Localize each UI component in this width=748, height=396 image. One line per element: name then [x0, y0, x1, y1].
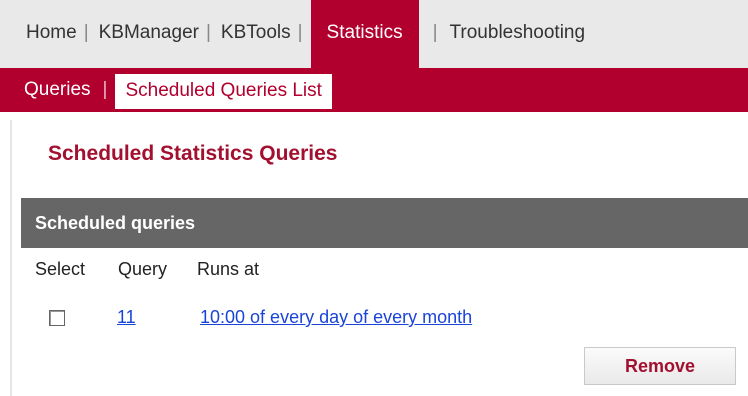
select-checkbox[interactable] [49, 310, 65, 326]
tab-separator: | [205, 22, 211, 43]
subtab-scheduled-queries-list[interactable]: Scheduled Queries List [115, 73, 332, 109]
tab-kbmanager[interactable]: KBManager [99, 0, 199, 44]
tab-kbtools[interactable]: KBTools [221, 0, 291, 44]
tab-home[interactable]: Home [26, 0, 77, 44]
column-header-select: Select [35, 259, 86, 279]
column-header-query: Query [118, 259, 168, 279]
tab-troubleshooting[interactable]: Troubleshooting [450, 0, 586, 44]
subtab-queries[interactable]: Queries [24, 79, 91, 101]
query-link[interactable]: 11 [117, 307, 136, 328]
section-header: Scheduled queries [21, 198, 748, 248]
sub-navigation: Queries | Scheduled Queries List [0, 68, 748, 112]
remove-button[interactable]: Remove [584, 347, 736, 385]
tab-separator: | [297, 22, 303, 43]
remove-button-label: Remove [624, 355, 696, 376]
main-tabs: Home | KBManager | KBTools | Statistics … [0, 0, 585, 68]
page-title: Scheduled Statistics Queries [48, 142, 338, 165]
runs-at-link[interactable]: 10:00 of every day of every month [200, 307, 472, 328]
tab-statistics[interactable]: Statistics [310, 0, 419, 68]
section-title: Scheduled queries [35, 212, 196, 233]
column-header-runs-at: Runs at [197, 259, 260, 279]
sub-tabs: Queries | Scheduled Queries List [0, 68, 748, 112]
top-navigation: Home | KBManager | KBTools | Statistics … [0, 0, 748, 68]
tab-separator: | [432, 22, 438, 43]
subtab-separator: | [102, 79, 108, 100]
tab-separator: | [83, 22, 89, 43]
